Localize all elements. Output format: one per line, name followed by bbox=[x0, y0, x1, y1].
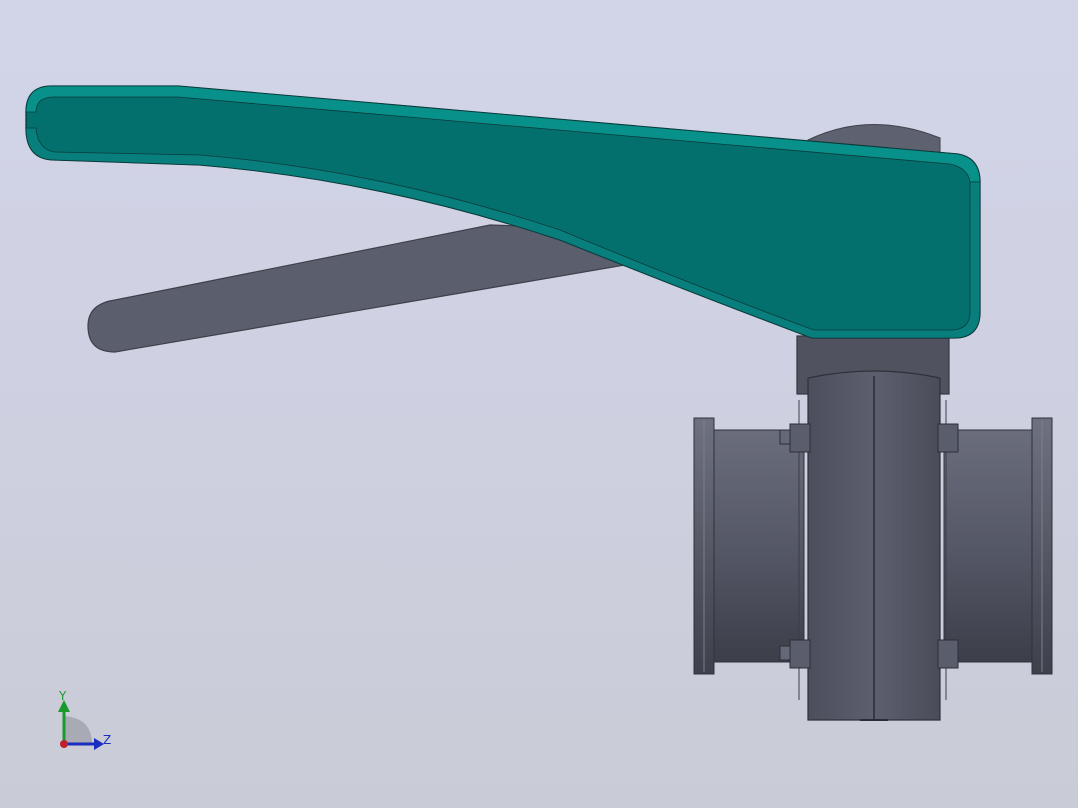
bolt-top-right bbox=[937, 423, 959, 453]
triad-quadrant bbox=[64, 716, 92, 744]
trigger-lever[interactable] bbox=[87, 224, 641, 353]
bolt-bottom-right bbox=[937, 639, 959, 669]
left-ferrule-pipe bbox=[711, 429, 805, 663]
triad-z-label: Z bbox=[103, 733, 111, 747]
triad-y-label: Y bbox=[58, 689, 67, 703]
triad-x-axis bbox=[60, 740, 68, 748]
orientation-triad: Y Z bbox=[58, 689, 111, 750]
cad-viewport[interactable]: Y Z bbox=[0, 0, 1078, 808]
model-view[interactable]: Y Z bbox=[0, 0, 1078, 808]
right-ferrule-pipe bbox=[943, 429, 1037, 663]
